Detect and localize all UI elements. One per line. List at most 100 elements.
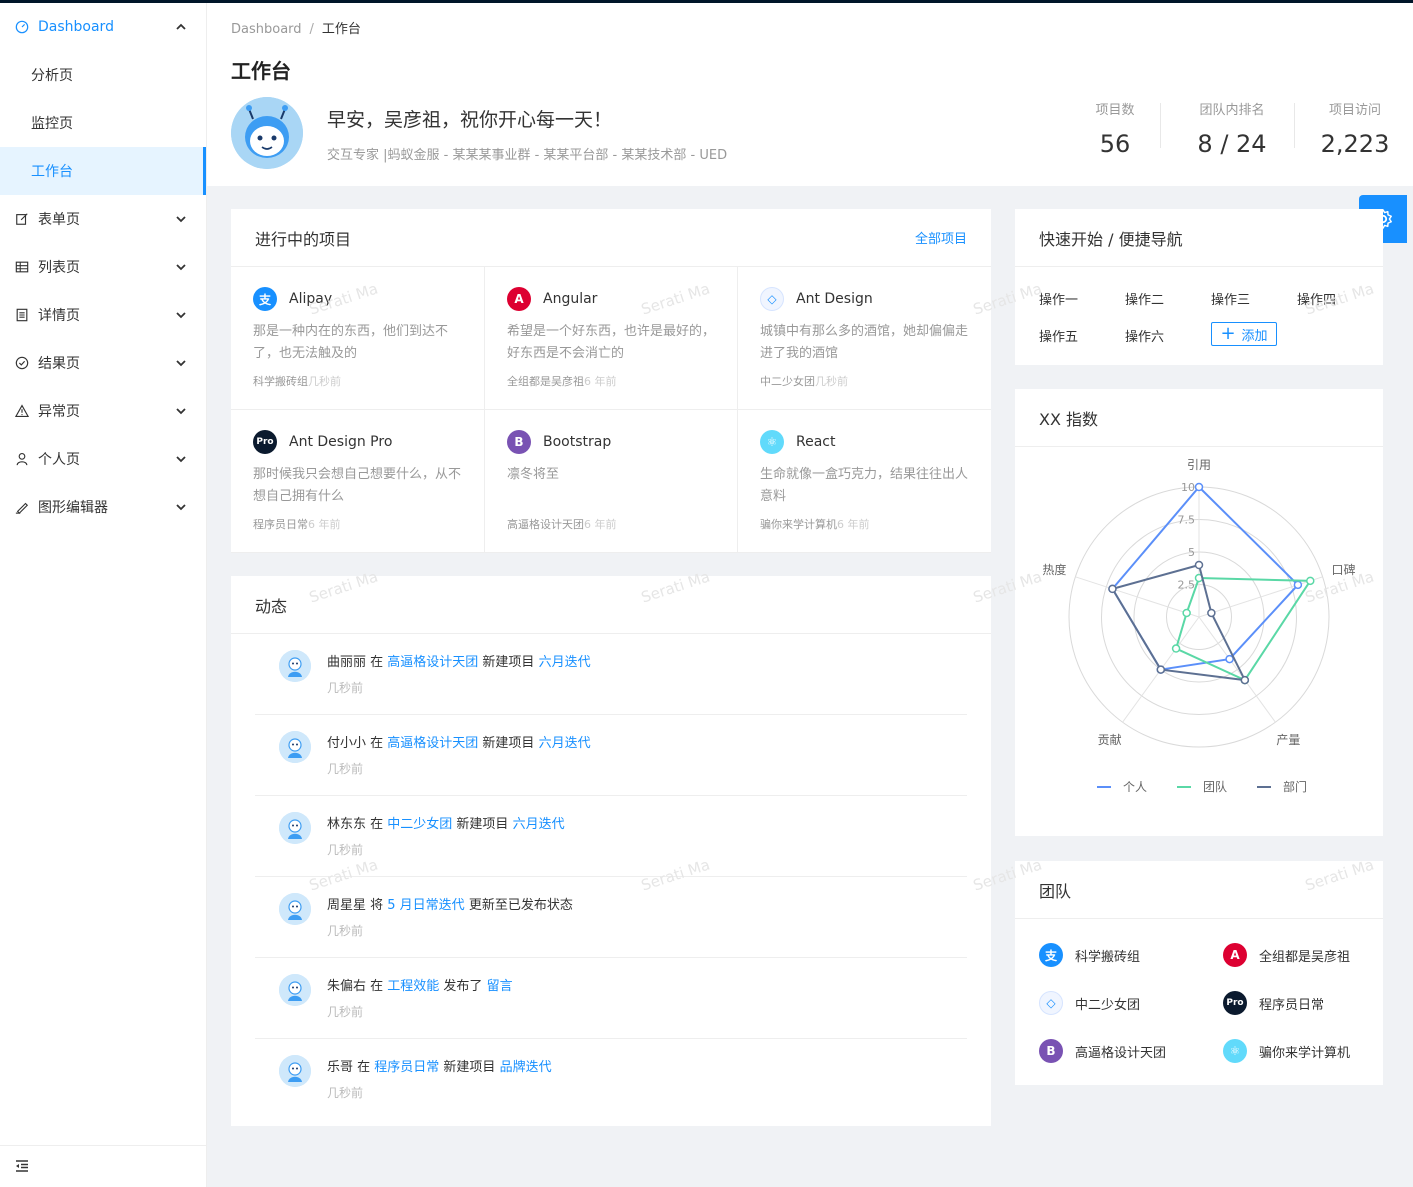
team-name: 全组都是吴彦祖 (1259, 949, 1351, 965)
radar-category-label: 口碑 (1332, 562, 1356, 577)
activity-project-link[interactable]: 六月迭代 (539, 655, 591, 670)
team-name: 中二少女团 (1075, 997, 1141, 1013)
activity-group-link[interactable]: 高逼格设计天团 (387, 655, 478, 670)
card-title: 团队 (1039, 881, 1072, 901)
activity-group-link[interactable]: 程序员日常 (374, 1060, 439, 1075)
project-card[interactable]: ⚛ React 生命就像一盒巧克力，结果往往出人意料 骗你来学计算机6 年前 (738, 410, 991, 553)
activity-project-link[interactable]: 品牌迭代 (500, 1060, 552, 1075)
sidebar-item-label: 图形编辑器 (38, 500, 108, 516)
card-title: 快速开始 / 便捷导航 (1039, 229, 1183, 249)
sidebar-item-account[interactable]: 个人页 (0, 435, 206, 483)
activity-text: 付小小 在 高逼格设计天团 新建项目 六月迭代 (327, 732, 591, 751)
stat-team-rank: 团队内排名 8 / 24 (1182, 99, 1282, 158)
sidebar-item-exception[interactable]: 异常页 (0, 387, 206, 435)
project-card[interactable]: 支 Alipay 那是一种内在的东西，他们到达不了，也无法触及的 科学搬砖组几秒前 (231, 267, 485, 410)
quick-link[interactable]: 操作五 (1039, 326, 1125, 346)
activity-group-link[interactable]: 高逼格设计天团 (387, 736, 478, 751)
quick-link[interactable]: 操作一 (1039, 289, 1125, 308)
quick-link[interactable]: 操作三 (1211, 289, 1297, 308)
project-member[interactable]: 中二少女团 (760, 375, 815, 388)
radar-card: XX 指数 引用 口碑 产量 贡献 热度 2.5 5 7.5 10 个人 团队 部门 (1015, 389, 1383, 836)
activity-user: 朱偏右 (327, 979, 367, 994)
activity-project-link[interactable]: 留言 (487, 979, 513, 994)
project-logo-icon: ⚛ (760, 430, 784, 454)
chevron-down-icon (176, 456, 186, 463)
team-item[interactable]: B 高逼格设计天团 (1039, 1039, 1223, 1063)
sidebar-item-result[interactable]: 结果页 (0, 339, 206, 387)
project-card[interactable]: A Angular 希望是一个好东西，也许是最好的，好东西是不会消亡的 全组都是吴彦祖… (485, 267, 738, 410)
card-title: 动态 (255, 596, 288, 616)
activity-item: 林东东 在 中二少女团 新建项目 六月迭代 几秒前 (255, 796, 967, 877)
activity-user: 付小小 (327, 736, 367, 751)
activity-text: 曲丽丽 在 高逼格设计天团 新建项目 六月迭代 (327, 651, 591, 670)
activity-project-link[interactable]: 六月迭代 (513, 817, 565, 832)
activity-time: 几秒前 (327, 924, 364, 938)
project-name[interactable]: Ant Design Pro (289, 434, 392, 450)
quick-link[interactable]: 操作二 (1125, 289, 1211, 308)
quick-link[interactable]: 操作四 (1297, 289, 1383, 308)
activity-project-link[interactable]: 六月迭代 (539, 736, 591, 751)
breadcrumb-separator: / (309, 22, 314, 37)
project-footer: 骗你来学计算机6 年前 (760, 516, 969, 532)
project-name[interactable]: React (796, 434, 835, 450)
sidebar-item-label: 监控页 (31, 116, 73, 132)
activities-card: 动态 曲丽丽 在 高逼格设计天团 新建项目 六月迭代几秒前 付小小 在 高逼格设计… (231, 576, 991, 1126)
project-card[interactable]: ◇ Ant Design 城镇中有那么多的酒馆，她却偏偏走进了我的酒馆 中二少女团几秒… (738, 267, 991, 410)
sidebar-item-dashboard[interactable]: Dashboard (0, 3, 206, 51)
project-name[interactable]: Bootstrap (543, 434, 611, 450)
all-projects-link[interactable]: 全部项目 (915, 228, 967, 247)
sidebar-item-profile[interactable]: 详情页 (0, 291, 206, 339)
project-name[interactable]: Angular (543, 291, 597, 307)
collapse-sidebar-button[interactable] (0, 1145, 206, 1187)
project-member[interactable]: 全组都是吴彦祖 (507, 375, 584, 388)
breadcrumb-link-dashboard[interactable]: Dashboard (231, 22, 302, 37)
team-item[interactable]: Pro 程序员日常 (1223, 991, 1383, 1015)
activity-word: 发布了 (439, 979, 487, 994)
activity-group-link[interactable]: 中二少女团 (387, 817, 452, 832)
project-member[interactable]: 程序员日常 (253, 518, 308, 531)
activity-word: 在 (366, 817, 388, 832)
page-header: Dashboard / 工作台 工作台 早安，吴彦祖，祝你开心每一天！ 交互专家 |… (207, 3, 1413, 186)
team-name: 高逼格设计天团 (1075, 1045, 1167, 1061)
sidebar-item-list[interactable]: 列表页 (0, 243, 206, 291)
team-item[interactable]: ◇ 中二少女团 (1039, 991, 1223, 1015)
project-name[interactable]: Ant Design (796, 291, 873, 307)
breadcrumb: Dashboard / 工作台 (231, 18, 361, 37)
project-card[interactable]: Pro Ant Design Pro 那时候我只会想自己想要什么，从不想自己拥有什么… (231, 410, 485, 553)
project-member[interactable]: 骗你来学计算机 (760, 518, 837, 531)
add-link-button[interactable]: + 添加 (1211, 322, 1277, 346)
sidebar-item-editor[interactable]: 图形编辑器 (0, 483, 206, 531)
project-footer: 科学搬砖组几秒前 (253, 373, 462, 389)
activity-group-link[interactable]: 5 月日常迭代 (387, 898, 464, 913)
activity-item: 朱偏右 在 工程效能 发布了 留言 几秒前 (255, 958, 967, 1039)
team-logo-icon: ◇ (1039, 991, 1063, 1015)
card-header: 团队 (1015, 861, 1383, 919)
radar-series-1-point (1171, 644, 1181, 653)
project-description: 城镇中有那么多的酒馆，她却偏偏走进了我的酒馆 (760, 324, 969, 361)
project-title-row: ⚛ React (760, 430, 969, 454)
sidebar-item-workplace[interactable]: 工作台 (0, 147, 206, 195)
team-card: 团队 支科学搬砖组 A 全组都是吴彦祖 ◇ 中二少女团 Pro 程序员日常 B 高逼格设计天团 ⚛… (1015, 861, 1383, 1085)
team-name: 程序员日常 (1259, 997, 1325, 1013)
radar-category-label: 热度 (1042, 562, 1066, 577)
sidebar-item-form[interactable]: 表单页 (0, 195, 206, 243)
team-item[interactable]: ⚛ 骗你来学计算机 (1223, 1039, 1383, 1063)
team-item[interactable]: 支科学搬砖组 (1039, 943, 1223, 967)
radar-series-2-point (1207, 608, 1216, 618)
project-member[interactable]: 科学搬砖组 (253, 375, 308, 388)
user-info-text: 交互专家 |蚂蚁金服 - 某某某事业群 - 某某平台部 - 某某技术部 - UE… (327, 148, 728, 163)
sidebar-item-analysis[interactable]: 分析页 (0, 51, 206, 99)
activity-user: 周星星 (327, 898, 367, 913)
quick-link[interactable]: 操作六 (1125, 326, 1211, 346)
project-member[interactable]: 高逼格设计天团 (507, 518, 584, 531)
activity-group-link[interactable]: 工程效能 (387, 979, 439, 994)
team-item[interactable]: A 全组都是吴彦祖 (1223, 943, 1383, 967)
sidebar-item-monitor[interactable]: 监控页 (0, 99, 206, 147)
page-title: 工作台 (231, 59, 291, 83)
check-circle-icon (14, 355, 30, 371)
activity-text: 乐哥 在 程序员日常 新建项目 品牌迭代 (327, 1056, 552, 1075)
project-name[interactable]: Alipay (289, 291, 332, 307)
greeting-text: 早安，吴彦祖，祝你开心每一天！ (327, 109, 613, 131)
project-card[interactable]: B Bootstrap 凛冬将至 高逼格设计天团6 年前 (485, 410, 738, 553)
legend-label: 团队 (1203, 779, 1227, 794)
